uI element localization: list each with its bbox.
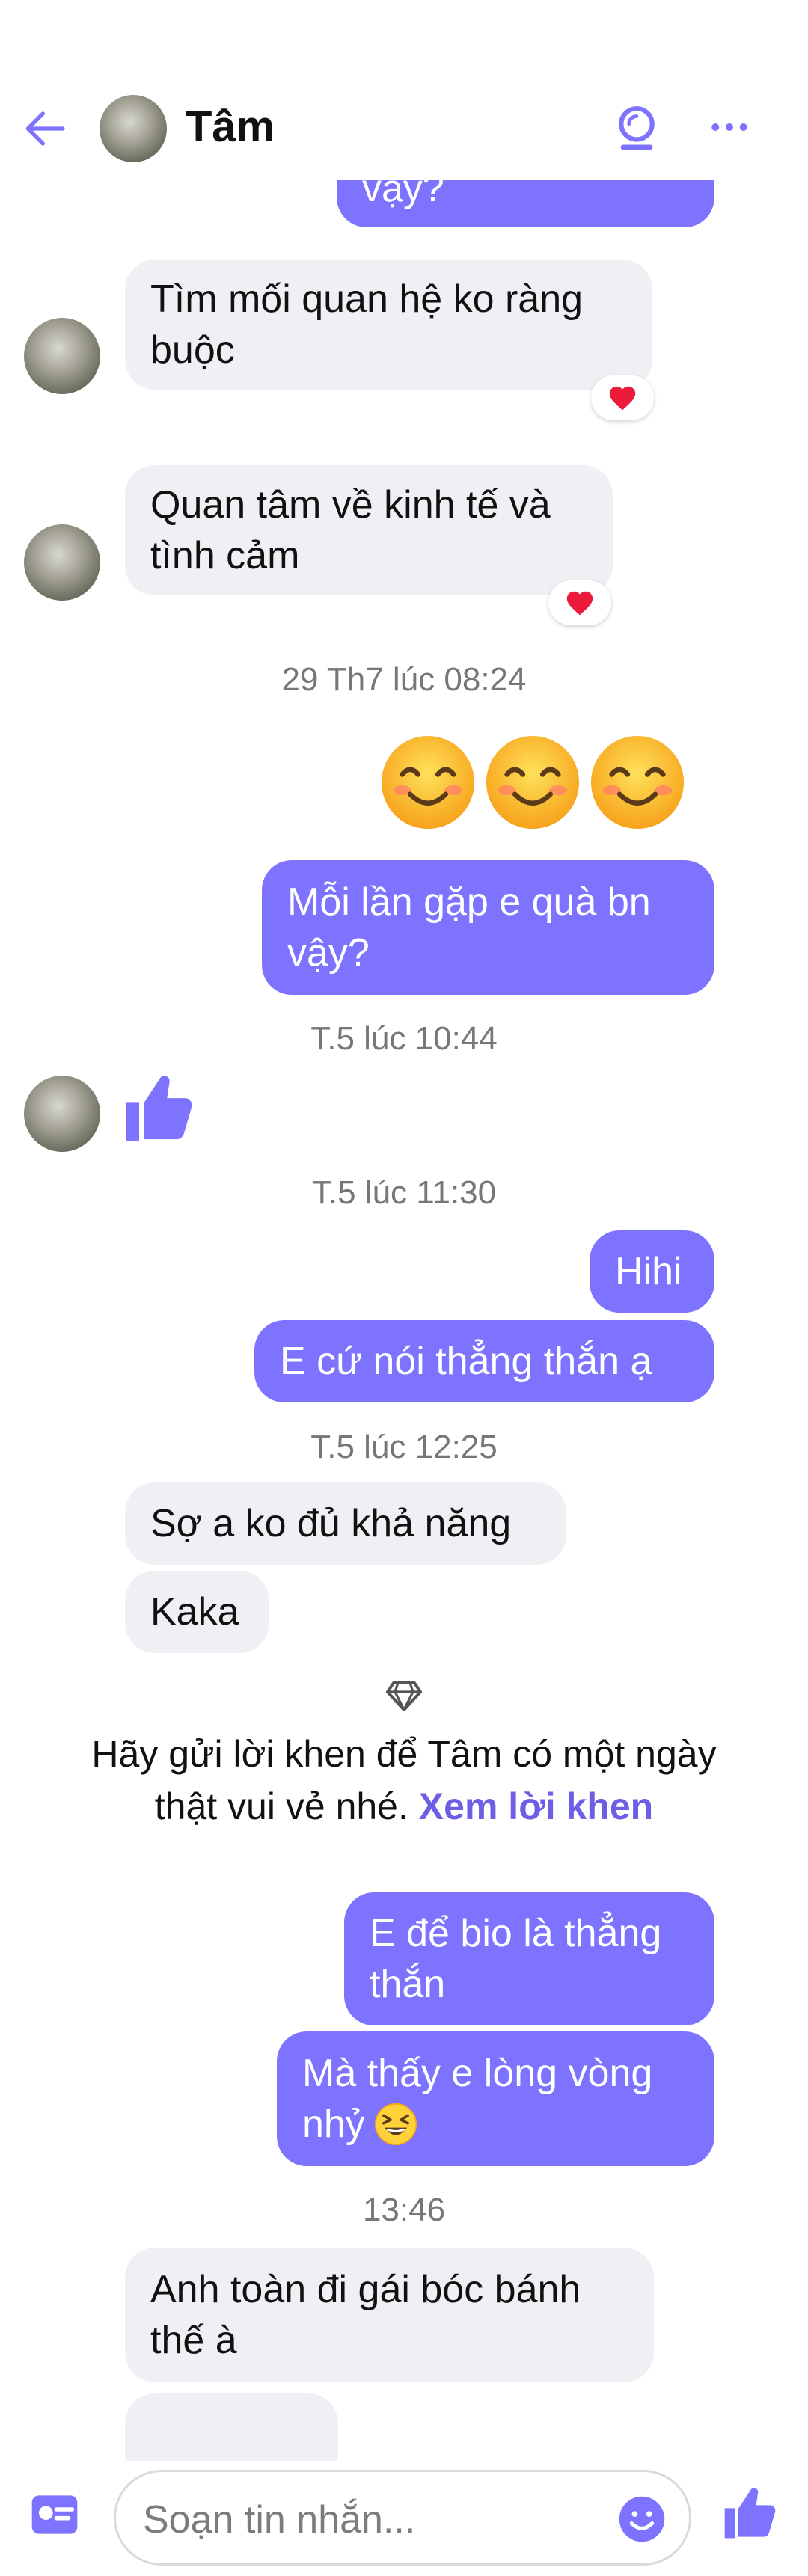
smiling-face-icon[interactable] bbox=[588, 733, 687, 832]
message-bubble-outgoing[interactable]: Mà thấy e lòng vòng nhỷ bbox=[277, 2031, 714, 2166]
notice-text: thật vui vẻ nhé. bbox=[154, 1785, 408, 1827]
message-text-line: vậy? bbox=[287, 931, 370, 975]
heart-icon bbox=[609, 386, 636, 411]
message-bubble-incoming[interactable]: Kaka bbox=[125, 1571, 269, 1653]
contact-avatar[interactable] bbox=[24, 1076, 100, 1152]
message-text-line: Mỗi lần gặp e quà bn bbox=[287, 880, 651, 924]
contact-avatar[interactable] bbox=[24, 318, 100, 394]
view-compliments-link[interactable]: Xem lời khen bbox=[419, 1785, 653, 1827]
message-text-line: E để bio là thẳng bbox=[370, 1912, 662, 1955]
message-text-line: thắn bbox=[370, 1963, 446, 2006]
contact-name[interactable]: Tâm bbox=[186, 102, 275, 152]
message-bubble-incoming[interactable]: Anh toàn đi gái bóc bánh thế à bbox=[125, 2248, 654, 2382]
message-input[interactable]: Soạn tin nhắn... bbox=[114, 2470, 691, 2566]
timestamp: 29 Th7 lúc 08:24 bbox=[281, 661, 527, 698]
message-bubble-incoming[interactable]: Quan tâm về kinh tế và tình cảm bbox=[125, 465, 613, 595]
message-text-line: buộc bbox=[150, 328, 235, 372]
message-bubble-incoming[interactable]: Sợ a ko đủ khả năng bbox=[125, 1482, 566, 1565]
message-text-line-2: nhỷ bbox=[302, 2099, 417, 2150]
notice-line: Hãy gửi lời khen để Tâm có một ngày bbox=[91, 1733, 717, 1775]
message-text-line: Quan tâm về kinh tế và bbox=[150, 483, 551, 527]
message-text-line: Tìm mối quan hệ ko ràng bbox=[150, 277, 584, 321]
message-text-line: thế à bbox=[150, 2319, 237, 2362]
contact-avatar[interactable] bbox=[24, 524, 100, 601]
reaction-badge[interactable] bbox=[548, 580, 611, 625]
message-text: nhỷ bbox=[302, 2103, 365, 2146]
message-composer: Soạn tin nhắn... bbox=[0, 2461, 808, 2576]
message-text-line: Anh toàn đi gái bóc bánh bbox=[150, 2268, 581, 2311]
timestamp: 13:46 bbox=[362, 2192, 446, 2228]
thumbs-up-icon[interactable] bbox=[120, 1070, 198, 1147]
timestamp: T.5 lúc 11:30 bbox=[311, 1174, 497, 1211]
message-text-line: tình cảm bbox=[150, 534, 300, 577]
heart-icon bbox=[566, 591, 593, 616]
diamond-icon bbox=[386, 1681, 422, 1711]
message-bubble-outgoing[interactable]: E để bio là thẳng thắn bbox=[344, 1892, 714, 2025]
call-icon[interactable] bbox=[613, 105, 660, 151]
reaction-badge[interactable] bbox=[591, 375, 654, 420]
message-input-placeholder: Soạn tin nhắn... bbox=[143, 2498, 416, 2542]
timestamp: T.5 lúc 10:44 bbox=[310, 1020, 498, 1057]
smiling-face-icon[interactable] bbox=[379, 733, 477, 832]
message-list[interactable]: vậy? Tìm mối quan hệ ko ràng buộc Quan t… bbox=[0, 0, 808, 2483]
message-text: Hihi bbox=[615, 1250, 682, 1293]
chat-screen: vậy? Tìm mối quan hệ ko ràng buộc Quan t… bbox=[0, 0, 808, 2576]
message-text: Kaka bbox=[150, 1590, 239, 1634]
laughing-face-icon bbox=[374, 2103, 417, 2146]
contact-avatar[interactable] bbox=[100, 95, 167, 162]
arrow-left-icon[interactable] bbox=[21, 105, 69, 153]
message-text: E cứ nói thẳng thắn ạ bbox=[280, 1340, 652, 1383]
notice-line-2: thật vui vẻ nhé. Xem lời khen bbox=[0, 1780, 808, 1833]
emoji-icon[interactable] bbox=[617, 2494, 667, 2544]
contact-card-icon[interactable] bbox=[30, 2494, 79, 2536]
message-bubble-incoming[interactable]: Tìm mối quan hệ ko ràng buộc bbox=[125, 260, 652, 390]
message-bubble-outgoing[interactable]: Hihi bbox=[590, 1230, 714, 1313]
message-text-line: Mà thấy e lòng vòng bbox=[302, 2052, 653, 2095]
more-icon[interactable] bbox=[707, 105, 752, 150]
chat-header: Tâm bbox=[0, 75, 808, 180]
compliment-notice: Hãy gửi lời khen để Tâm có một ngày thật… bbox=[0, 1728, 808, 1833]
message-bubble-outgoing[interactable]: Mỗi lần gặp e quà bn vậy? bbox=[262, 860, 714, 995]
thumbs-up-icon[interactable] bbox=[720, 2483, 780, 2543]
timestamp: T.5 lúc 12:25 bbox=[310, 1429, 498, 1465]
message-bubble-outgoing[interactable]: E cứ nói thẳng thắn ạ bbox=[254, 1320, 714, 1402]
message-text: Sợ a ko đủ khả năng bbox=[150, 1502, 512, 1545]
smiling-face-icon[interactable] bbox=[483, 733, 582, 832]
